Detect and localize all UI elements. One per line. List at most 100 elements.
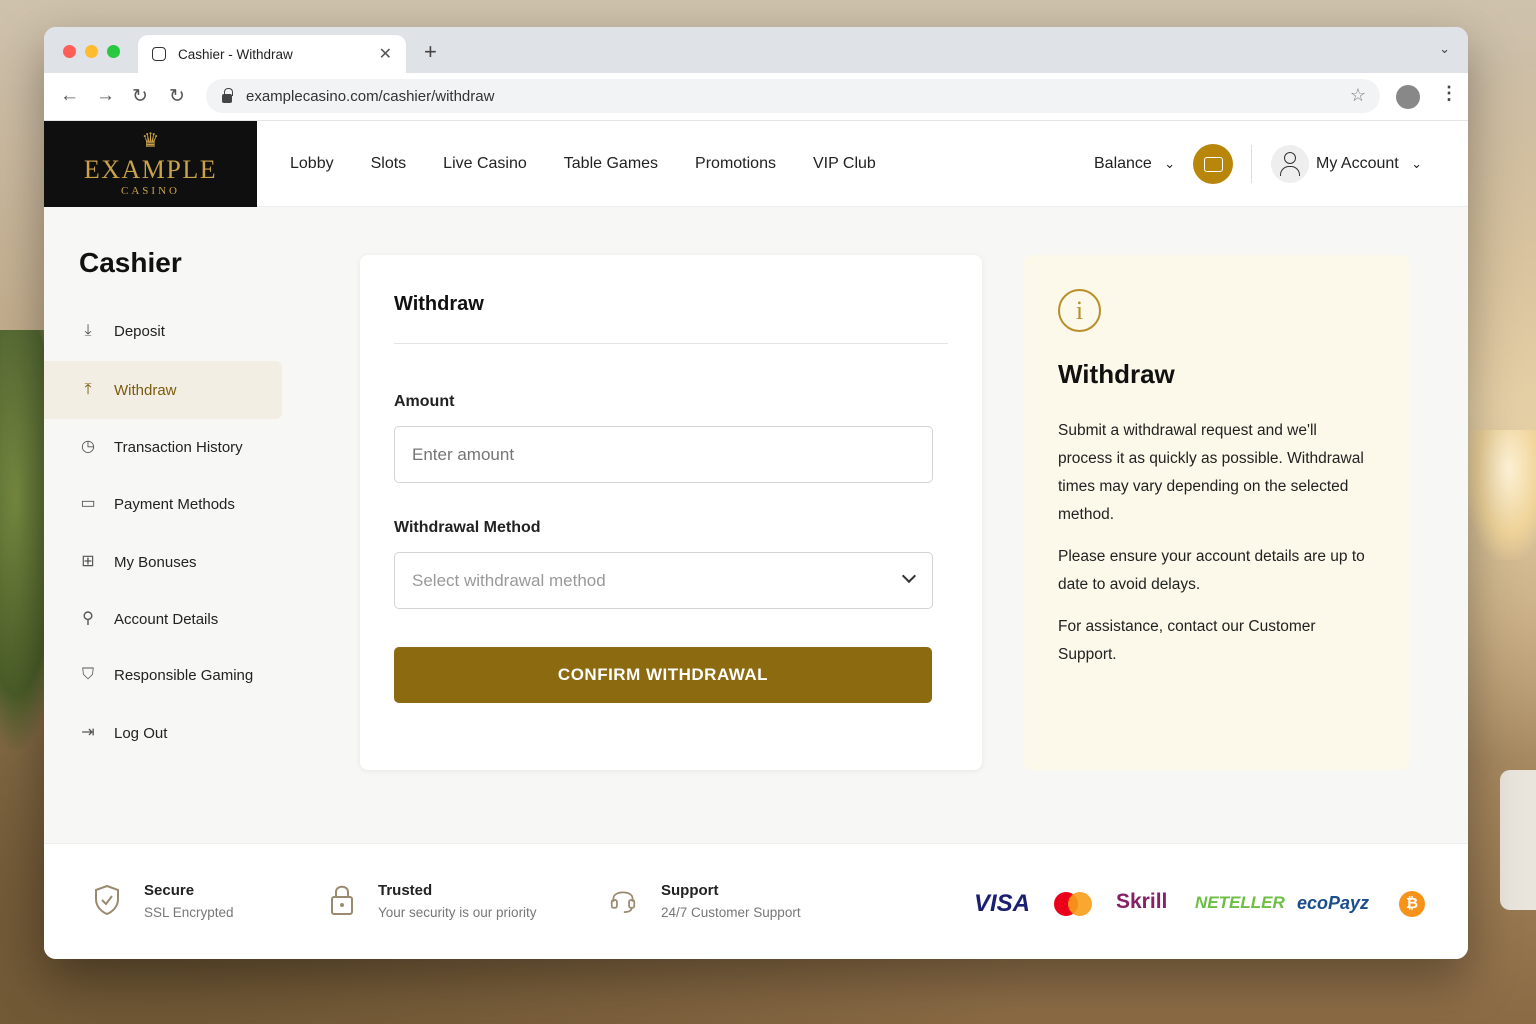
minimize-window-button[interactable]: [85, 45, 98, 58]
confirm-withdrawal-button[interactable]: CONFIRM WITHDRAWAL: [394, 647, 932, 703]
background-lamp: [1466, 430, 1536, 560]
forward-icon[interactable]: →: [96, 85, 115, 107]
nav-table-games[interactable]: Table Games: [564, 155, 658, 173]
info-title: Withdraw: [1058, 359, 1175, 389]
maximize-window-button[interactable]: [107, 45, 120, 58]
site-header: ♛ EXAMPLE CASINO Lobby Slots Live Casino…: [44, 121, 1468, 207]
balance-label: Balance: [1094, 155, 1152, 172]
account-dropdown[interactable]: My Account ⌄: [1316, 155, 1422, 173]
sidebar-item-account-details[interactable]: ⚲ Account Details: [44, 590, 282, 648]
footer: Secure SSL Encrypted Trusted Your securi…: [44, 843, 1468, 959]
bookmark-star-icon[interactable]: ☆: [1350, 85, 1366, 106]
method-placeholder: Select withdrawal method: [412, 570, 606, 590]
sidebar-item-label: Payment Methods: [114, 495, 235, 513]
feature-trusted: Trusted Your security is our priority: [378, 882, 537, 920]
sidebar-item-my-bonuses[interactable]: ⊞ My Bonuses: [44, 533, 282, 591]
close-window-button[interactable]: [63, 45, 76, 58]
crown-icon: ♛: [141, 130, 160, 152]
reload-icon[interactable]: ↻: [132, 85, 148, 108]
sidebar-item-responsible-gaming[interactable]: ⛉ Responsible Gaming: [44, 646, 282, 704]
withdrawal-method-select[interactable]: Select withdrawal method: [394, 552, 933, 609]
tab-title: Cashier - Withdraw: [178, 46, 293, 62]
close-tab-icon[interactable]: ✕: [379, 44, 392, 64]
lock-icon: [331, 885, 353, 915]
sidebar-item-withdraw[interactable]: ⤒ Withdraw: [44, 361, 282, 419]
info-paragraph-2: Please ensure your account details are u…: [1058, 548, 1365, 593]
main-nav: Lobby Slots Live Casino Table Games Prom…: [290, 121, 913, 207]
nav-lobby[interactable]: Lobby: [290, 155, 334, 173]
url-field[interactable]: examplecasino.com/cashier/withdraw ☆: [206, 79, 1380, 113]
browser-window: Cashier - Withdraw ✕ + ⌄ ← → ↻ ↻ example…: [44, 27, 1468, 959]
shield-check-icon: ⛉: [81, 666, 94, 683]
feature-title: Secure: [144, 882, 195, 899]
feature-title: Support: [661, 882, 719, 899]
browser-tab[interactable]: Cashier - Withdraw ✕: [138, 35, 406, 73]
casino-logo[interactable]: ♛ EXAMPLE CASINO: [44, 121, 257, 207]
tab-search-chevron-icon[interactable]: ⌄: [1439, 41, 1450, 57]
feature-title: Trusted: [378, 882, 433, 899]
upload-icon: ⤒: [84, 381, 92, 398]
sidebar-item-log-out[interactable]: ⇥ Log Out: [44, 704, 282, 762]
logo-sub: CASINO: [121, 185, 180, 197]
bitcoin-logo: ₿: [1399, 891, 1425, 917]
nav-promotions[interactable]: Promotions: [695, 155, 776, 173]
info-paragraph-3: For assistance, contact our Customer Sup…: [1058, 618, 1316, 663]
info-icon: i: [1058, 289, 1101, 332]
withdraw-form-card: Withdraw Amount Withdrawal Method Select…: [360, 255, 982, 770]
sidebar-item-label: Transaction History: [114, 438, 243, 456]
sidebar-item-label: Log Out: [114, 724, 168, 742]
logout-icon: ⇥: [81, 724, 95, 741]
balance-dropdown[interactable]: Balance ⌄: [1094, 155, 1175, 173]
mastercard-logo-circle: [1068, 892, 1092, 916]
info-paragraph-1: Submit a withdrawal request and we'll pr…: [1058, 422, 1364, 523]
chevron-down-icon: ⌄: [1411, 156, 1423, 171]
ecopayz-logo: ecoPayz: [1297, 893, 1370, 913]
refresh-icon[interactable]: ↻: [169, 85, 185, 108]
feature-secure: Secure SSL Encrypted: [144, 882, 234, 920]
user-avatar-icon[interactable]: [1271, 145, 1309, 183]
amount-input[interactable]: [394, 426, 933, 483]
form-title: Withdraw: [394, 293, 484, 315]
sidebar-item-label: Account Details: [114, 610, 219, 628]
info-panel: i Withdraw Submit a withdrawal request a…: [1024, 255, 1410, 770]
sidebar-item-deposit[interactable]: ⤓ Deposit: [44, 302, 282, 360]
neteller-logo: NETELLER: [1195, 893, 1285, 912]
sidebar-item-payment-methods[interactable]: ▭ Payment Methods: [44, 475, 282, 533]
feature-desc: SSL Encrypted: [144, 905, 234, 920]
address-bar: ← → ↻ ↻ examplecasino.com/cashier/withdr…: [44, 73, 1468, 121]
account-label: My Account: [1316, 155, 1399, 172]
amount-label: Amount: [394, 393, 455, 410]
sidebar-item-label: Responsible Gaming: [114, 666, 254, 684]
feature-desc: Your security is our priority: [378, 905, 537, 920]
visa-logo: VISA: [974, 890, 1031, 917]
browser-menu-icon[interactable]: ⋮: [1440, 83, 1458, 104]
background-mug: [1500, 770, 1536, 910]
back-icon[interactable]: ←: [60, 85, 79, 107]
logo-name: EXAMPLE: [83, 155, 218, 184]
download-icon: ⤓: [84, 322, 92, 339]
chevron-down-icon: ⌄: [1164, 156, 1176, 171]
sidebar-item-label: Deposit: [114, 322, 165, 340]
chevron-down-icon: [901, 568, 917, 584]
card-icon: ▭: [80, 495, 96, 512]
wallet-icon[interactable]: [1193, 144, 1233, 184]
header-divider: [1251, 145, 1252, 183]
url-text: examplecasino.com/cashier/withdraw: [246, 87, 495, 105]
favicon-icon: [152, 47, 166, 61]
gift-icon: ⊞: [81, 553, 95, 570]
withdrawal-method-label: Withdrawal Method: [394, 519, 541, 536]
nav-live-casino[interactable]: Live Casino: [443, 155, 527, 173]
sidebar-item-label: Withdraw: [114, 381, 177, 399]
skrill-logo: Skrill: [1116, 890, 1168, 913]
lock-icon: [222, 87, 233, 103]
clock-icon: ◷: [81, 438, 95, 455]
sidebar-title: Cashier: [79, 247, 182, 278]
user-icon: ⚲: [82, 610, 94, 627]
sidebar-item-label: My Bonuses: [114, 553, 197, 571]
form-divider: [394, 343, 948, 344]
new-tab-icon[interactable]: +: [424, 39, 437, 65]
browser-profile-avatar[interactable]: [1396, 85, 1420, 109]
nav-slots[interactable]: Slots: [371, 155, 407, 173]
nav-vip-club[interactable]: VIP Club: [813, 155, 876, 173]
sidebar-item-transaction-history[interactable]: ◷ Transaction History: [44, 418, 282, 476]
